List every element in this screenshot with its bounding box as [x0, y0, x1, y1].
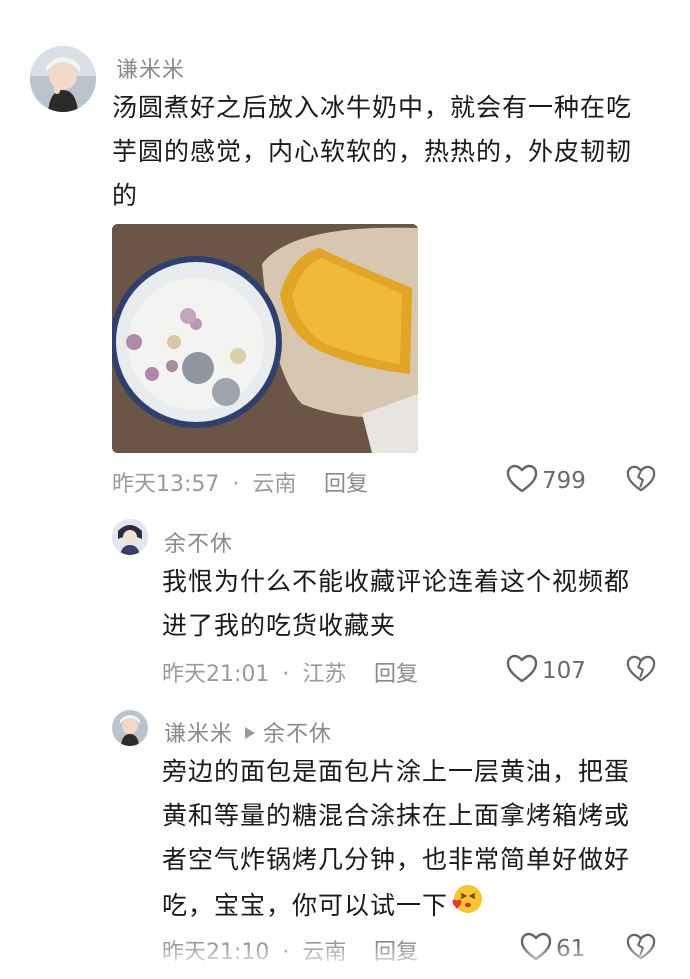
comment-text-line: 进了我的吃货收藏夹: [162, 611, 397, 640]
comment-image[interactable]: [112, 224, 418, 453]
comment-meta: 昨天13:57 · 云南: [112, 466, 296, 498]
comment-text-line-last: 吃，宝宝，你可以试一下: [162, 882, 630, 930]
comment-text-line: 黄和等量的糖混合涂抹在上面拿烤箱烤或: [162, 801, 631, 830]
comment-text-line: 的: [112, 181, 139, 210]
comment-username[interactable]: 谦米米: [116, 52, 185, 84]
comment-text: 我恨为什么不能收藏评论连着这个视频都 进了我的吃货收藏夹: [162, 560, 630, 648]
comment-username[interactable]: 谦米米: [164, 716, 233, 748]
avatar[interactable]: [112, 710, 148, 746]
reply-button[interactable]: 回复: [374, 656, 418, 688]
heart-icon: [506, 464, 538, 498]
like-button[interactable]: 799: [506, 464, 586, 498]
comment-meta: 昨天21:01 · 江苏: [162, 656, 346, 688]
like-count: 107: [542, 658, 586, 684]
comment-time: 昨天21:01: [162, 662, 270, 687]
bottom-fade: [0, 945, 690, 979]
dislike-icon[interactable]: [626, 654, 656, 688]
heart-icon: [506, 654, 538, 688]
avatar[interactable]: [112, 519, 148, 555]
comment-location: 江苏: [302, 662, 347, 687]
comment-text-line: 芋圆的感觉，内心软软的，热热的，外皮韧韧: [112, 137, 633, 166]
meta-separator: ·: [282, 662, 290, 687]
comment-text-line: 我恨为什么不能收藏评论连着这个视频都: [162, 567, 631, 596]
comment-username[interactable]: 余不休: [164, 526, 233, 558]
comment-time: 昨天13:57: [112, 472, 220, 497]
play-arrow-icon: [245, 720, 256, 745]
dislike-icon[interactable]: [626, 464, 656, 498]
reply-target-username[interactable]: 余不休: [263, 716, 332, 748]
comment-text-line: 者空气炸锅烤几分钟，也非常简单好做好: [162, 845, 631, 874]
comment-text-line: 吃，宝宝，你可以试一下: [162, 891, 449, 920]
comment-text-line: 汤圆煮好之后放入冰牛奶中，就会有一种在吃: [112, 93, 633, 122]
reply-header: 谦米米 余不休: [164, 716, 332, 748]
comment-text: 汤圆煮好之后放入冰牛奶中，就会有一种在吃 芋圆的感觉，内心软软的，热热的，外皮韧…: [112, 86, 632, 218]
like-button[interactable]: 107: [506, 654, 586, 688]
meta-separator: ·: [232, 472, 240, 497]
avatar[interactable]: [30, 46, 96, 112]
kiss-emoji-icon: [450, 882, 484, 930]
like-count: 799: [542, 468, 586, 494]
comment-text: 旁边的面包是面包片涂上一层黄油，把蛋 黄和等量的糖混合涂抹在上面拿烤箱烤或 者空…: [162, 750, 630, 930]
comment-text-line: 旁边的面包是面包片涂上一层黄油，把蛋: [162, 757, 631, 786]
reply-button[interactable]: 回复: [324, 466, 368, 498]
comment-location: 云南: [252, 472, 297, 497]
